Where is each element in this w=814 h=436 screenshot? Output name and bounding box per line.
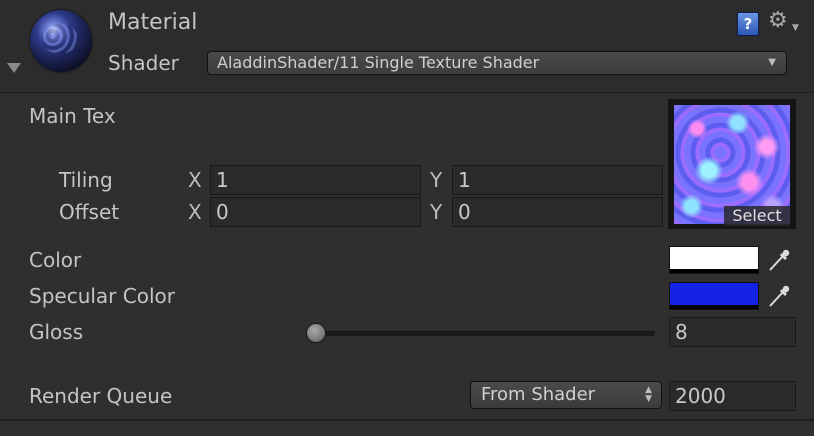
- foldout-triangle-icon[interactable]: [7, 63, 21, 73]
- tiling-x-label: X: [188, 168, 202, 192]
- render-queue-dropdown[interactable]: From Shader ▲ ▼: [470, 381, 662, 409]
- gloss-slider-track[interactable]: [315, 331, 655, 336]
- offset-label: Offset: [59, 200, 120, 224]
- gloss-slider-thumb[interactable]: [306, 323, 326, 343]
- offset-y-label: Y: [430, 200, 443, 224]
- shader-dropdown[interactable]: AladdinShader/11 Single Texture Shader ▼: [207, 51, 787, 75]
- tiling-x-field[interactable]: 1: [210, 165, 421, 195]
- eyedropper-icon[interactable]: [767, 283, 791, 309]
- offset-x-field[interactable]: 0: [210, 197, 421, 227]
- shader-label: Shader: [108, 51, 179, 75]
- chevron-down-icon[interactable]: ▼: [792, 23, 799, 33]
- dropdown-arrow-icon: ▼: [768, 57, 776, 68]
- tiling-label: Tiling: [59, 168, 113, 192]
- tiling-y-field[interactable]: 1: [452, 165, 663, 195]
- shader-dropdown-value: AladdinShader/11 Single Texture Shader: [217, 53, 540, 72]
- help-icon[interactable]: ?: [737, 12, 759, 36]
- offset-x-label: X: [188, 200, 202, 224]
- stepper-arrows-icon: ▲ ▼: [645, 385, 652, 404]
- gloss-label: Gloss: [29, 320, 84, 344]
- specular-color-swatch[interactable]: [669, 282, 759, 310]
- alpha-bar: [670, 269, 758, 273]
- color-swatch[interactable]: [669, 246, 759, 274]
- divider: [0, 419, 814, 421]
- material-preview-thumbnail[interactable]: [30, 10, 92, 72]
- material-title: Material: [108, 10, 198, 35]
- offset-y-field[interactable]: 0: [452, 197, 663, 227]
- main-tex-label: Main Tex: [29, 104, 116, 128]
- render-queue-label: Render Queue: [29, 384, 173, 408]
- eyedropper-icon[interactable]: [767, 247, 791, 273]
- texture-select-button[interactable]: Select: [724, 206, 790, 226]
- specular-color-label: Specular Color: [29, 284, 175, 308]
- render-queue-value-field[interactable]: 2000: [669, 381, 796, 411]
- gloss-value-field[interactable]: 8: [669, 317, 796, 347]
- color-label: Color: [29, 248, 82, 272]
- alpha-bar: [670, 305, 758, 309]
- gear-icon[interactable]: ⚙: [768, 8, 788, 33]
- tiling-y-label: Y: [430, 168, 443, 192]
- render-queue-mode: From Shader: [481, 384, 596, 405]
